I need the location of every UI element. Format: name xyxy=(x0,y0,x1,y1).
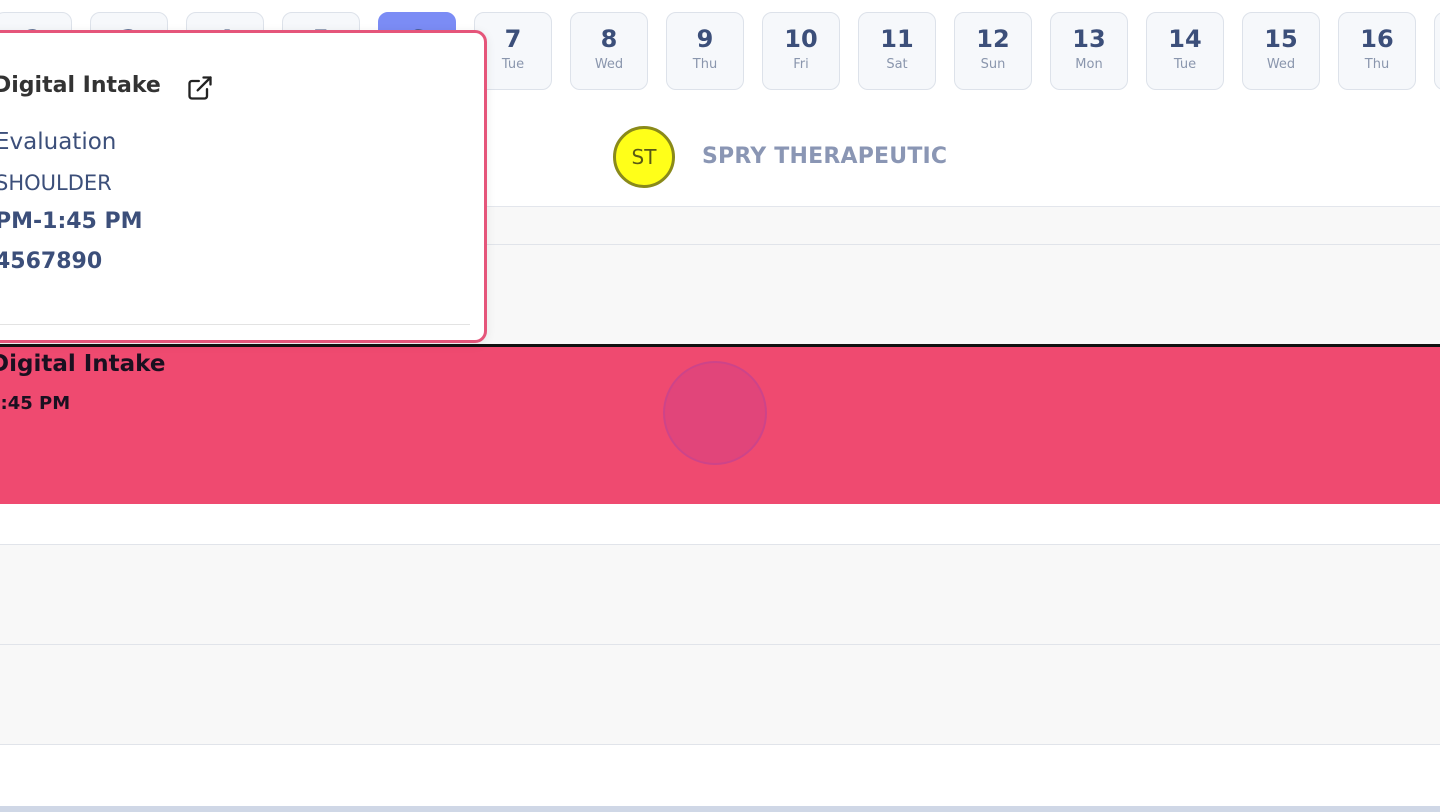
provider-name: SPRY THERAPEUTIC xyxy=(702,144,948,169)
day-number: 7 xyxy=(504,25,522,53)
appointment-block[interactable]: Digital Intake 1:45 PM xyxy=(0,347,1440,504)
weekday-label: Tue xyxy=(1173,57,1197,72)
weekday-label: Sun xyxy=(980,57,1006,72)
popover-title: Digital Intake xyxy=(0,73,161,98)
body-part: SHOULDER xyxy=(0,171,112,195)
day-number: 13 xyxy=(1072,25,1106,53)
date-chip-13[interactable]: 13 Mon xyxy=(1050,12,1128,90)
day-number: 16 xyxy=(1360,25,1394,53)
appointment-time: 1:45 PM xyxy=(0,393,71,414)
weekday-label: Thu xyxy=(692,57,718,72)
appointment-time-range: PM-1:45 PM xyxy=(0,209,143,234)
weekday-label: Sat xyxy=(886,57,908,72)
weekday-label: Fri xyxy=(793,57,809,72)
calendar-screen: 2 3 4 5 6 7 Tue 8 Wed 9 Thu xyxy=(0,0,1440,812)
date-chip-16[interactable]: 16 Thu xyxy=(1338,12,1416,90)
date-chip-9[interactable]: 9 Thu xyxy=(666,12,744,90)
popover-divider xyxy=(0,324,470,325)
day-number: 15 xyxy=(1264,25,1298,53)
time-slot-row[interactable] xyxy=(0,645,1440,745)
day-number: 8 xyxy=(600,25,618,53)
current-time-line xyxy=(0,344,1440,347)
date-chip-11[interactable]: 11 Sat xyxy=(858,12,936,90)
day-number: 11 xyxy=(880,25,914,53)
date-chip-next[interactable] xyxy=(1434,12,1440,90)
date-chip-8[interactable]: 8 Wed xyxy=(570,12,648,90)
weekday-label: Wed xyxy=(1266,57,1296,72)
weekday-label: Wed xyxy=(594,57,624,72)
weekday-label: Thu xyxy=(1364,57,1390,72)
date-chip-12[interactable]: 12 Sun xyxy=(954,12,1032,90)
day-number: 9 xyxy=(696,25,714,53)
date-chip-15[interactable]: 15 Wed xyxy=(1242,12,1320,90)
weekday-label: Tue xyxy=(501,57,525,72)
horizontal-scrollbar[interactable] xyxy=(0,806,1440,812)
time-slot-row[interactable] xyxy=(0,545,1440,645)
date-chip-10[interactable]: 10 Fri xyxy=(762,12,840,90)
click-indicator xyxy=(663,361,767,465)
avatar: ST xyxy=(613,126,675,188)
day-number: 10 xyxy=(784,25,818,53)
avatar-initials: ST xyxy=(631,145,657,169)
day-number: 14 xyxy=(1168,25,1202,53)
date-chip-14[interactable]: 14 Tue xyxy=(1146,12,1224,90)
appointment-popover: Digital Intake Evaluation SHOULDER PM-1:… xyxy=(0,30,487,343)
patient-phone: 4567890 xyxy=(0,249,103,274)
time-slot-row[interactable] xyxy=(0,745,1440,806)
appointment-title: Digital Intake xyxy=(0,351,166,377)
external-link-icon[interactable] xyxy=(186,74,214,102)
day-number: 12 xyxy=(976,25,1010,53)
weekday-label: Mon xyxy=(1075,57,1103,72)
appointment-type: Evaluation xyxy=(0,129,117,155)
time-slot-row[interactable] xyxy=(0,504,1440,545)
